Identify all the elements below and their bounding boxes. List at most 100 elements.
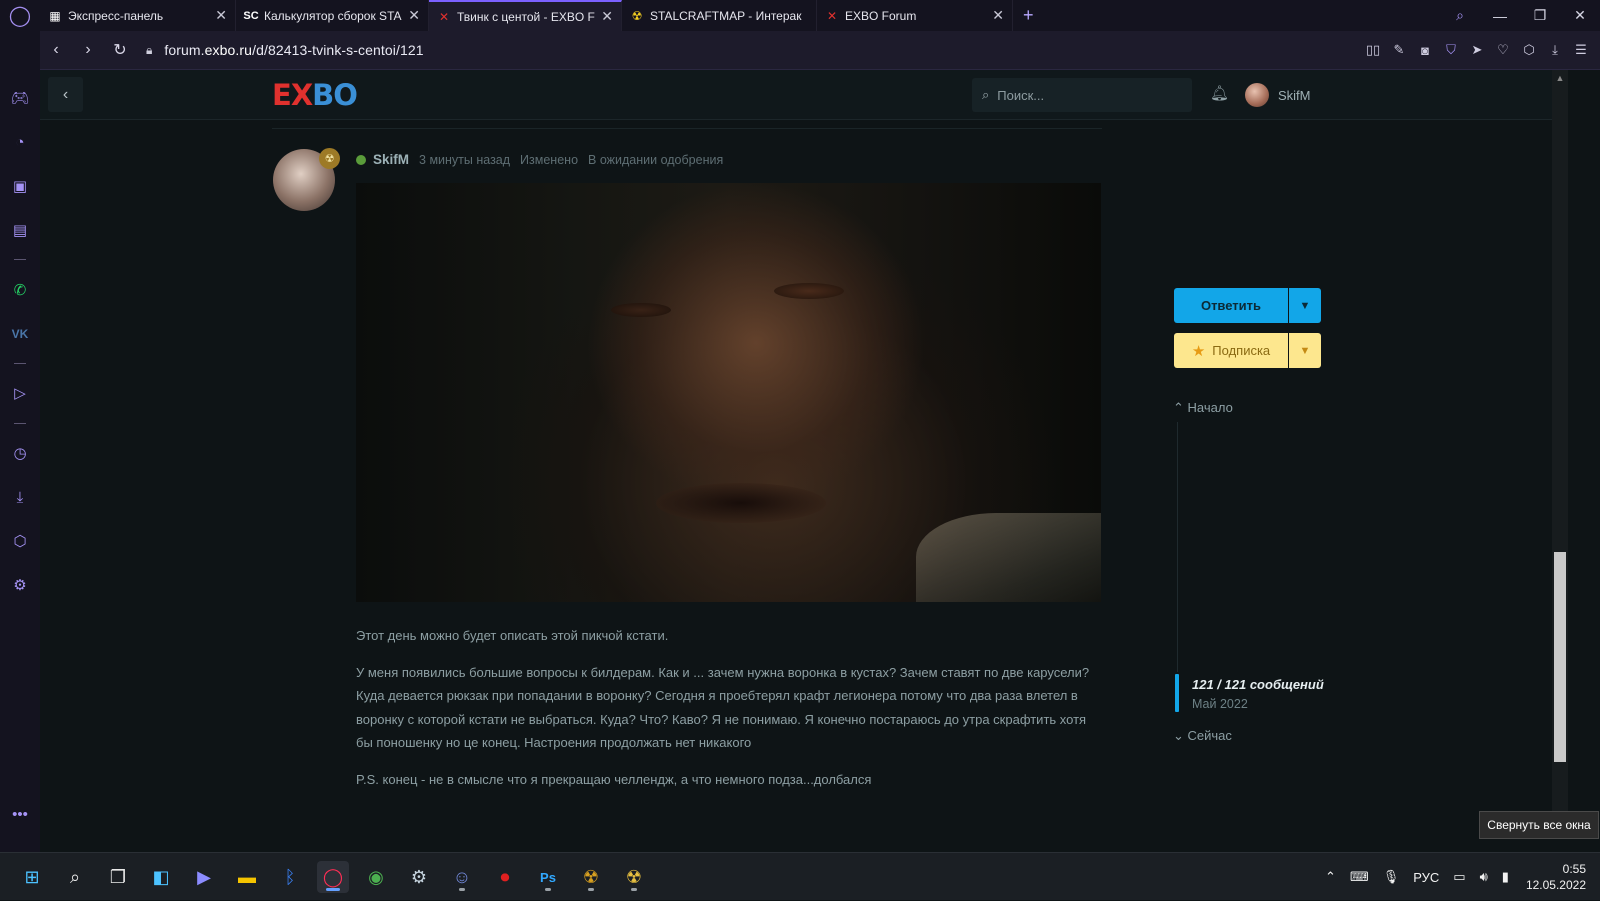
display-icon[interactable]: ▭ <box>1453 869 1465 885</box>
reply-button[interactable]: Ответить <box>1174 288 1288 323</box>
open-indicator <box>459 888 465 891</box>
send-icon[interactable]: ➤ <box>1464 42 1490 58</box>
tab-title: Твинк с центой - EXBO For <box>457 9 596 24</box>
tab-express-panel[interactable]: ▦ Экспресс-панель ✕ <box>40 0 236 31</box>
twitch-icon[interactable]: ▤ <box>0 215 40 245</box>
search-tabs-icon[interactable]: ⌕ <box>1440 7 1480 24</box>
scrubber-track[interactable] <box>1177 422 1178 672</box>
exbo-icon: ✕ <box>438 9 450 24</box>
reload-icon[interactable]: ↻ <box>104 40 136 60</box>
settings-icon[interactable]: ⚙ <box>0 570 40 600</box>
forward-icon[interactable]: › <box>72 41 104 59</box>
url-host: exbo.ru <box>204 42 253 58</box>
close-icon[interactable]: ✕ <box>215 7 227 24</box>
tab-exbo-forum[interactable]: ✕ EXBO Forum ✕ <box>817 0 1013 31</box>
teams-chat-icon[interactable]: ▶ <box>188 861 220 893</box>
tab-twink-thread[interactable]: ✕ Твинк с центой - EXBO For ✕ <box>429 0 622 31</box>
new-tab-icon[interactable]: + <box>1013 5 1044 26</box>
post-time[interactable]: 3 минуты назад <box>419 153 510 167</box>
shield-icon[interactable]: ⛉ <box>1438 42 1464 58</box>
post-body: Этот день можно будет описать этой пикчо… <box>356 624 1106 804</box>
chevron-up-icon[interactable]: ⌃ <box>1325 869 1336 885</box>
language-indicator[interactable]: РУС <box>1413 870 1439 885</box>
edit-icon[interactable]: ✎ <box>1386 42 1412 58</box>
post-author[interactable]: SkifM <box>373 152 409 167</box>
stalcraft-launcher-icon[interactable]: ☢ <box>618 861 650 893</box>
subscribe-label: Подписка <box>1212 343 1271 358</box>
more-icon[interactable]: ••• <box>0 799 40 829</box>
player-icon[interactable]: ▷ <box>0 378 40 408</box>
windows-start-icon[interactable]: ⊞ <box>16 861 48 893</box>
whatsapp-icon[interactable]: ✆ <box>0 275 40 305</box>
subscribe-button[interactable]: ★ Подписка <box>1174 333 1288 368</box>
scrubber-now-label: Сейчас <box>1187 728 1232 743</box>
clock[interactable]: 0:55 12.05.2022 <box>1526 861 1586 893</box>
user-menu[interactable]: SkifM <box>1245 83 1311 107</box>
heart-icon[interactable]: ♡ <box>1490 42 1516 58</box>
downloads-icon[interactable]: ⤓ <box>0 482 40 512</box>
task-view-icon[interactable]: ❐ <box>102 861 134 893</box>
stalcraft-icon[interactable]: ☢ <box>575 861 607 893</box>
search-box: ⌕ <box>972 78 1192 112</box>
restore-icon[interactable]: ❐ <box>1520 7 1560 24</box>
volume-icon[interactable]: 🔊︎ <box>1480 869 1488 885</box>
close-icon[interactable]: ✕ <box>992 7 1004 24</box>
battery-icon[interactable]: ▮ <box>1502 869 1509 885</box>
close-icon[interactable]: ✕ <box>408 7 420 24</box>
scrubber-count: 121 / 121 сообщений <box>1192 677 1324 692</box>
online-status-dot <box>356 154 366 165</box>
avatar <box>1245 83 1269 107</box>
scrubber-now[interactable]: ⌄ Сейчас <box>1173 728 1232 744</box>
subscribe-dropdown-icon[interactable]: ▼ <box>1289 333 1321 368</box>
close-window-icon[interactable]: ✕ <box>1560 7 1600 24</box>
back-icon[interactable]: ‹ <box>40 41 72 59</box>
steam-icon[interactable]: ⚙ <box>403 861 435 893</box>
download-icon[interactable]: ⤓ <box>1542 42 1568 58</box>
speedometer-icon[interactable]: ◔ <box>0 127 40 157</box>
chrome-icon[interactable]: ◉ <box>360 861 392 893</box>
file-explorer-icon[interactable]: ▬ <box>231 861 263 893</box>
page-scrollbar[interactable]: ▲ ▼ <box>1552 70 1568 836</box>
widgets-icon[interactable]: ◧ <box>145 861 177 893</box>
reply-dropdown-icon[interactable]: ▼ <box>1289 288 1321 323</box>
scrubber-date: Май 2022 <box>1192 697 1248 711</box>
tab-build-calculator[interactable]: SC Калькулятор сборок STALC ✕ <box>236 0 429 31</box>
exbo-logo[interactable]: E X BO <box>272 78 358 112</box>
minimize-icon[interactable]: — <box>1480 8 1520 24</box>
camera-icon[interactable]: ◙ <box>1412 43 1438 58</box>
reader-icon[interactable]: ▯▯ <box>1360 42 1386 58</box>
discord-icon[interactable]: ☺ <box>446 861 478 893</box>
close-icon[interactable]: ✕ <box>601 8 613 25</box>
back-button[interactable]: ‹ <box>48 77 83 112</box>
record-icon[interactable]: ⏺ <box>489 861 521 893</box>
photoshop-icon[interactable]: Ps <box>532 861 564 893</box>
lock-icon[interactable]: 🔒︎ <box>146 43 152 58</box>
scrubber-handle[interactable] <box>1175 674 1179 712</box>
search-input[interactable] <box>997 87 1168 103</box>
bag-icon[interactable]: ▣ <box>0 171 40 201</box>
gamepad-icon[interactable]: 🎮︎ <box>0 83 40 113</box>
post-edited-label[interactable]: Изменено <box>520 153 578 167</box>
microphone-icon[interactable]: 🎙︎ <box>1383 869 1400 885</box>
forum-page: ‹ EXBO ⌕ 🔔︎ SkifM ☢ SkifM 3 минуты назад… <box>40 70 1552 836</box>
url-field[interactable]: forum.exbo.ru/d/82413-tvink-s-centoi/121 <box>164 42 423 58</box>
open-indicator <box>588 888 594 891</box>
tab-stalcraftmap[interactable]: ☢ STALCRAFTMAP - Интерак <box>622 0 817 31</box>
opera-taskbar-icon[interactable]: ◯ <box>317 861 349 893</box>
search-icon: ⌕ <box>982 87 990 102</box>
post-image[interactable] <box>356 183 1101 602</box>
search-icon[interactable]: ⌕ <box>59 861 91 893</box>
menu-icon[interactable]: ☰ <box>1568 42 1594 58</box>
vk-icon[interactable]: VK <box>0 319 40 349</box>
cube-icon[interactable]: ⬡ <box>0 526 40 556</box>
keyboard-icon[interactable]: ⌨ <box>1350 869 1369 885</box>
opera-menu-icon[interactable]: ◯ <box>0 0 40 31</box>
scroll-up-icon[interactable]: ▲ <box>1552 70 1568 86</box>
clock-date: 12.05.2022 <box>1525 878 1586 892</box>
scrollbar-thumb[interactable] <box>1554 552 1566 762</box>
bluetooth-icon[interactable]: ᛒ <box>274 861 306 893</box>
cube-icon[interactable]: ⬡ <box>1516 42 1542 58</box>
bell-icon[interactable]: 🔔︎ <box>1210 84 1229 102</box>
history-icon[interactable]: ◷ <box>0 438 40 468</box>
scrubber-start[interactable]: ⌃ Начало <box>1173 400 1233 416</box>
